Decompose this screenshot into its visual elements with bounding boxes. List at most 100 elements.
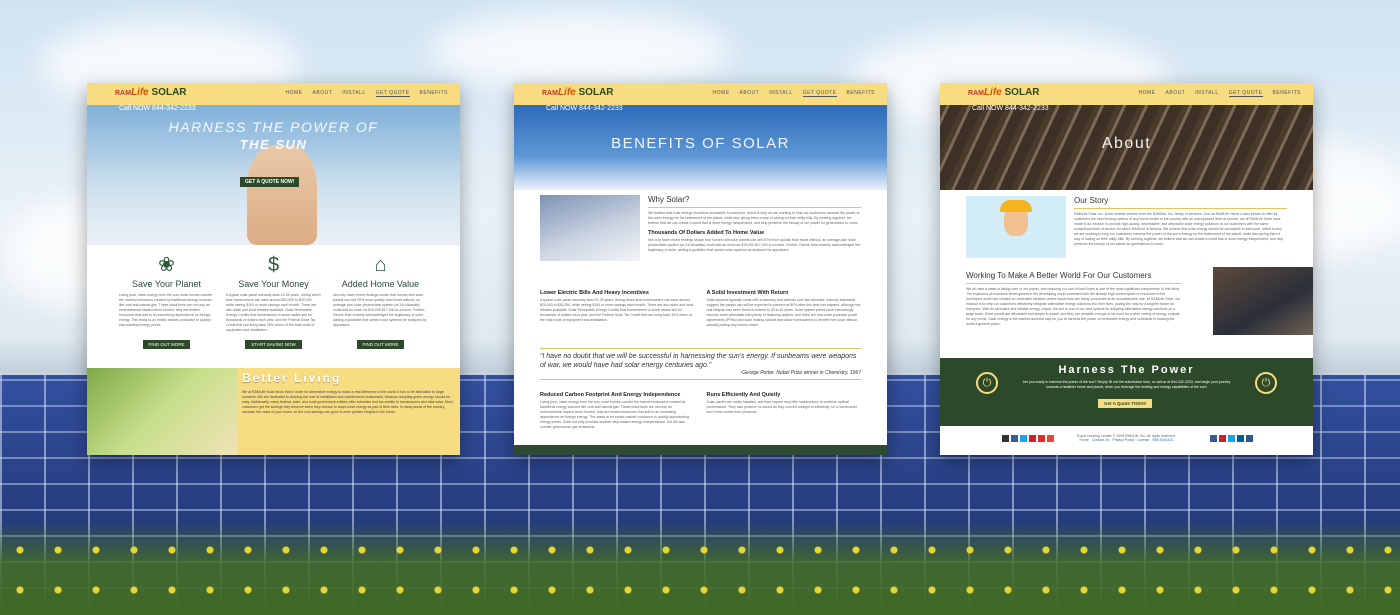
runs-quietly-title: Runs Efficiently And Quietly [706, 392, 781, 398]
logo-solar: SOLAR [578, 87, 614, 98]
why-solar-section: Why Solar? We believe that solar energy … [540, 195, 861, 261]
call-now-text[interactable]: Call NOW 844-342-2233 [546, 105, 623, 112]
why-solar-text: We believe that solar energy should be a… [648, 211, 860, 225]
feature-save-planet: ❀ Save Your Planet Living pure, clean en… [113, 245, 220, 365]
logo[interactable]: RAMLife SOLAR [968, 87, 1040, 98]
pinterest-icon[interactable] [1029, 435, 1036, 442]
logo-life: Life [557, 87, 576, 98]
nav-benefits[interactable]: BENEFITS [420, 90, 448, 97]
social-icons-right [1210, 435, 1253, 442]
benefits-hero-title: BENEFITS OF SOLAR [611, 135, 790, 152]
nav-bar: RAMLife SOLAR HOME ABOUT INSTALL GET QUO… [514, 83, 887, 105]
quote-author: -George Porter, Nobel Prize winner in Ch… [740, 370, 861, 376]
logo-life: Life [130, 87, 149, 98]
nav-quote[interactable]: GET QUOTE [802, 90, 837, 97]
engineer-illustration [966, 196, 1066, 258]
pinterest-icon[interactable] [1219, 435, 1226, 442]
our-story-text: RAMLife Solar, Inc. is the newest ventur… [1074, 212, 1284, 246]
nav-about[interactable]: ABOUT [740, 90, 760, 97]
better-world-section: Working To Make A Better World For Our C… [966, 271, 1181, 355]
twitter-icon[interactable] [1020, 435, 1027, 442]
our-story-content: Our Story RAMLife Solar, Inc. is the new… [1074, 196, 1287, 266]
feature-save-money: $ Save Your Money A typical solar panel … [220, 245, 327, 365]
house-icon: ⌂ [374, 254, 387, 276]
about-hero: About [940, 105, 1313, 190]
nav-about[interactable]: ABOUT [1166, 90, 1186, 97]
divider [648, 207, 861, 208]
logo-life: Life [983, 87, 1002, 98]
logo-ram: RAM [542, 90, 558, 97]
nav-home[interactable]: HOME [713, 90, 730, 97]
harness-text: Are you ready to harness the power of th… [1022, 380, 1231, 389]
leaf-icon: ❀ [158, 254, 175, 276]
feature-title: Save Your Planet [131, 279, 202, 289]
logo[interactable]: RAMLife SOLAR [115, 87, 187, 98]
feature-text: Not only have recent findings shown that… [333, 293, 427, 327]
benefits-page-mockup: RAMLife SOLAR HOME ABOUT INSTALL GET QUO… [514, 83, 887, 455]
better-living-title: Better Living [242, 371, 342, 385]
rating-icon[interactable] [1246, 435, 1253, 442]
bbb-icon[interactable] [1237, 435, 1244, 442]
nav-links: HOME ABOUT INSTALL GET QUOTE BENEFITS [286, 90, 448, 97]
logo[interactable]: RAMLife SOLAR [542, 87, 614, 98]
get-quote-today-button[interactable]: Get A Quote TODAY [1098, 399, 1153, 408]
nav-links: HOME ABOUT INSTALL GET QUOTE BENEFITS [713, 90, 875, 97]
nav-links: HOME ABOUT INSTALL GET QUOTE BENEFITS [1139, 90, 1301, 97]
runs-quietly-block: Runs Efficiently And Quietly Solar panel… [707, 388, 862, 443]
our-story-section: Our Story RAMLife Solar, Inc. is the new… [966, 196, 1287, 266]
better-world-text: We all have a stake in taking care of ou… [966, 287, 1181, 326]
thousands-text: Not only have recent findings shown that… [648, 238, 861, 252]
nav-quote[interactable]: GET QUOTE [1228, 90, 1263, 97]
carbon-text: Living pure, clean energy from the sun; … [540, 400, 689, 429]
nav-benefits[interactable]: BENEFITS [847, 90, 875, 97]
dollar-icon: $ [267, 254, 280, 276]
feature-title: Added Home Value [341, 279, 420, 289]
nav-benefits[interactable]: BENEFITS [1273, 90, 1301, 97]
hero-title-line2: THE SUN [239, 137, 308, 152]
nav-install[interactable]: INSTALL [1195, 90, 1218, 97]
about-page-mockup: RAMLife SOLAR HOME ABOUT INSTALL GET QUO… [940, 83, 1313, 455]
benefits-row-2: Reduced Carbon Footprint And Energy Inde… [540, 388, 861, 443]
nav-install[interactable]: INSTALL [769, 90, 792, 97]
nav-about[interactable]: ABOUT [313, 90, 333, 97]
social-icons [1002, 435, 1054, 442]
nav-quote[interactable]: GET QUOTE [375, 90, 410, 97]
nav-install[interactable]: INSTALL [342, 90, 365, 97]
youtube-icon[interactable] [1038, 435, 1045, 442]
family-photo [87, 368, 237, 455]
benefits-row-1: Lower Electric Bills And Heavy Incentive… [540, 286, 861, 344]
divider [1074, 208, 1287, 209]
logo-ram: RAM [115, 90, 131, 97]
cloud [430, 10, 730, 90]
footer-links[interactable]: Home · Contact Us · Privacy Policy · Lic… [940, 438, 1313, 442]
hands-image [247, 145, 317, 245]
why-solar-content: Why Solar? We believe that solar energy … [648, 195, 861, 253]
our-story-title: Our Story [1074, 196, 1109, 205]
find-out-more-button[interactable]: FIND OUT MORE [142, 340, 191, 349]
nav-bar: RAMLife SOLAR HOME ABOUT INSTALL GET QUO… [940, 83, 1313, 105]
lower-bills-title: Lower Electric Bills And Heavy Incentive… [540, 290, 649, 296]
logo-solar: SOLAR [151, 87, 187, 98]
harness-title: Harness The Power [1058, 364, 1195, 376]
call-now-text[interactable]: Call NOW 844-342-2233 [972, 105, 1049, 112]
call-now-text[interactable]: Call NOW 844-342-2233 [119, 105, 196, 112]
nav-home[interactable]: HOME [1139, 90, 1156, 97]
housing-icon[interactable] [1002, 435, 1009, 442]
facebook-icon[interactable] [1210, 435, 1217, 442]
solid-investment-block: A Solid Investment With Return Solar sys… [707, 286, 862, 344]
quote-block: “I have no doubt that we will be success… [540, 348, 861, 380]
twitter-icon[interactable] [1228, 435, 1235, 442]
google-plus-icon[interactable] [1047, 435, 1054, 442]
facebook-icon[interactable] [1011, 435, 1018, 442]
start-saving-button[interactable]: START SAVING NOW [245, 340, 302, 349]
get-quote-button[interactable]: GET A QUOTE NOW! [240, 177, 300, 187]
harness-band-partial [514, 445, 887, 455]
hard-hat-icon [1000, 200, 1032, 212]
logo-solar: SOLAR [1004, 87, 1040, 98]
thousands-title: Thousands Of Dollars Added To Home Value [648, 230, 765, 236]
carbon-block: Reduced Carbon Footprint And Energy Inde… [540, 388, 695, 443]
nav-home[interactable]: HOME [286, 90, 303, 97]
lower-bills-text: A typical solar panel warranty lasts 20-… [540, 298, 694, 322]
home-hero: HARNESS THE POWER OF THE SUN GET A QUOTE… [87, 105, 460, 245]
find-out-more-button[interactable]: FIND OUT MORE [356, 340, 405, 349]
